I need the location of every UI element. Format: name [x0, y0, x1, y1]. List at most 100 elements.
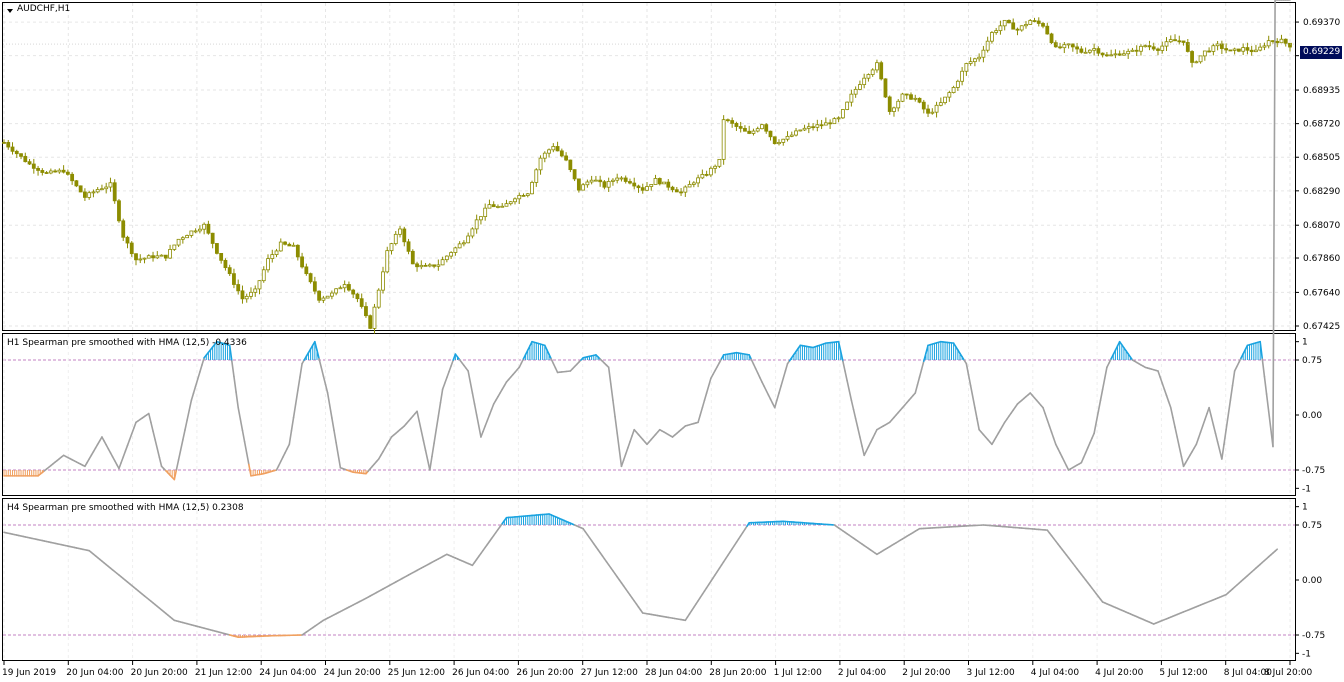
candle-body [146, 255, 151, 259]
candle-body [36, 167, 40, 171]
candle-body [1053, 42, 1058, 48]
candle-body [74, 180, 79, 187]
candle-body [1151, 46, 1156, 50]
candle-body [6, 142, 11, 148]
candle-body [585, 181, 590, 186]
candle-body [951, 87, 956, 93]
candle-body [866, 74, 871, 79]
candle-body [985, 40, 990, 51]
candle-body [1258, 46, 1263, 51]
candle-body [1275, 40, 1280, 44]
candle-body [1011, 22, 1016, 30]
candle-body [1190, 51, 1194, 63]
candle-body [329, 292, 334, 297]
candle-body [1049, 33, 1054, 44]
candle-body [1041, 23, 1045, 27]
candle-body [393, 233, 398, 245]
candle-body [1122, 53, 1126, 56]
candle-body [78, 185, 83, 193]
level-tick-label: -0.75 [1302, 466, 1325, 476]
candle-body [117, 200, 121, 222]
candle-body [1058, 46, 1062, 49]
candle-body [108, 182, 113, 188]
candle-body [193, 230, 198, 233]
candle-body [670, 186, 675, 191]
time-tick-label: 19 Jun 2019 [2, 668, 56, 678]
candle-body [819, 124, 824, 127]
candle-body [717, 158, 722, 167]
candle-body [317, 290, 322, 301]
candle-body [474, 219, 479, 230]
candle-body [504, 203, 509, 207]
symbol-label: AUDCHF,H1 [17, 4, 71, 14]
candle-body [1241, 47, 1246, 52]
candle-body [840, 109, 845, 119]
candle-body [968, 61, 973, 64]
candle-body [772, 136, 777, 145]
price-tick-label: 0.69370 [1303, 18, 1340, 28]
candle-body [483, 207, 488, 218]
candle-body [444, 255, 449, 261]
candle-body [368, 315, 373, 329]
candle-body [227, 267, 232, 275]
candle-body [947, 92, 952, 98]
candle-body [1279, 38, 1284, 44]
candle-body [777, 142, 781, 145]
candle-body [1130, 49, 1135, 52]
candle-body [649, 184, 654, 187]
candle-body [466, 235, 471, 244]
level-tick-label: -1 [1302, 649, 1311, 659]
candle-body [815, 124, 820, 128]
level-tick-label: 0.00 [1302, 576, 1322, 586]
candle-body [892, 107, 896, 112]
price-tick-label: 0.68290 [1303, 187, 1340, 197]
candle-body [926, 108, 930, 114]
candle-body [1019, 25, 1024, 31]
candle-body [376, 289, 381, 308]
candle-body [266, 258, 270, 271]
candle-body [726, 119, 730, 122]
candle-body [811, 126, 815, 129]
candle-body [1228, 49, 1233, 52]
time-tick-label: 25 Jun 12:00 [388, 668, 445, 678]
candle-body [1271, 40, 1275, 43]
candle-body [883, 78, 888, 98]
candle-body [487, 204, 492, 209]
candle-body [653, 178, 658, 185]
time-tick-label: 20 Jun 04:00 [66, 668, 123, 678]
candle-body [253, 288, 258, 293]
time-tick-label: 26 Jun 04:00 [452, 668, 509, 678]
candle-body [1266, 40, 1271, 47]
candle-body [1096, 48, 1101, 54]
candle-body [270, 254, 275, 260]
candle-body [1211, 45, 1216, 52]
candle-body [91, 191, 96, 194]
candle-body [879, 62, 884, 80]
time-tick-label: 8 Jul 20:00 [1264, 668, 1313, 678]
candle-body [794, 130, 798, 136]
time-tick-label: 24 Jun 20:00 [324, 668, 381, 678]
candle-body [1156, 48, 1160, 51]
candle-body [355, 293, 360, 300]
time-tick-label: 1 Jul 12:00 [774, 668, 823, 678]
candle-body [674, 189, 679, 193]
time-tick-label: 28 Jun 20:00 [709, 668, 766, 678]
candle-body [1024, 24, 1028, 27]
candle-body [849, 93, 854, 103]
candle-body [168, 249, 172, 259]
candle-body [338, 287, 343, 290]
level-tick-label: 1 [1302, 338, 1308, 348]
candle-body [398, 228, 402, 235]
candle-body [151, 255, 155, 259]
candle-body [83, 191, 87, 198]
candle-body [751, 130, 756, 134]
candle-body [904, 93, 909, 96]
candle-body [500, 205, 505, 208]
candle-body [236, 284, 241, 292]
candle-body [972, 58, 977, 63]
candle-body [530, 182, 534, 195]
candle-body [623, 177, 628, 182]
candle-body [734, 122, 739, 127]
candle-body [385, 250, 390, 273]
candle-body [887, 96, 892, 112]
